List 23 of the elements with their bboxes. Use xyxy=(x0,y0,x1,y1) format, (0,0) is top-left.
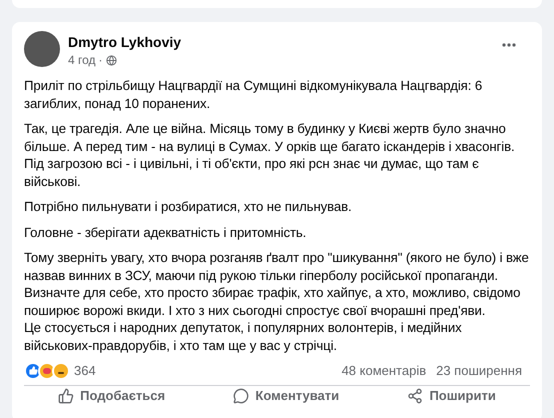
separator-dot: · xyxy=(98,52,103,69)
comments-count[interactable]: 48 коментарів xyxy=(342,361,426,380)
thumbs-up-icon xyxy=(58,388,74,404)
post-paragraph: Тому зверніть увагу, хто вчора розганяв ґвалт про "шикування" (якого не було) і вже назвав винних в ЗСУ, маючи під рукою тільки гіперболу російської пропаганди. xyxy=(24,249,530,284)
post-paragraph: Визначте для себе, хто просто збирає трафік, хто хайпує, а хто, можливо, свідомо поширює ворожі вкиди. І хто з них сьогодні спростує свої вчорашні пред'яви. xyxy=(24,284,522,319)
post-paragraph: Потрібно пильнувати і розбиратися, хто не пильнував. xyxy=(24,198,353,216)
post-paragraph: Приліт по стрільбищу Нацгвардії на Сумщині відкомунікувала Нацгвардія: 6 загиблих, понад 10 поранених. xyxy=(24,77,484,112)
post-action-button[interactable]: Подобається xyxy=(50,388,174,404)
post-action-button[interactable]: Поширити xyxy=(399,388,504,404)
more-options-button[interactable] xyxy=(502,43,516,47)
comment-icon xyxy=(233,388,250,404)
reaction-count[interactable]: 364 xyxy=(74,361,96,380)
share-icon xyxy=(407,388,424,404)
post-paragraph: Це стосується і народних депутаток, і популярних волонтерів, і медійних військових-правдорубів, і хто там ще у вас у стрічці. xyxy=(24,319,463,354)
shares-count[interactable]: 23 поширення xyxy=(436,361,522,380)
post-time[interactable]: 4 год xyxy=(68,51,96,69)
avatar[interactable] xyxy=(24,31,60,67)
author-name[interactable]: Dmytro Lykhoviy xyxy=(68,33,502,51)
post-paragraph: Головне - зберігати адекватність і притомність. xyxy=(24,224,308,241)
globe-icon xyxy=(106,54,117,66)
post-paragraph: Так, це трагедія. Але це війна. Місяць тому в будинку у Києві жертв було значно більше. А перед тим - на вулиці в Сумах. У орків ще багато іскандерів і хвасонгів. Під загрозою всі - і цивільні, і ті об'єкти, про які рсн знає чи думає, що там є військові. xyxy=(24,120,516,190)
post-action-button[interactable]: Коментувати xyxy=(225,388,348,404)
more-icon xyxy=(502,43,516,47)
